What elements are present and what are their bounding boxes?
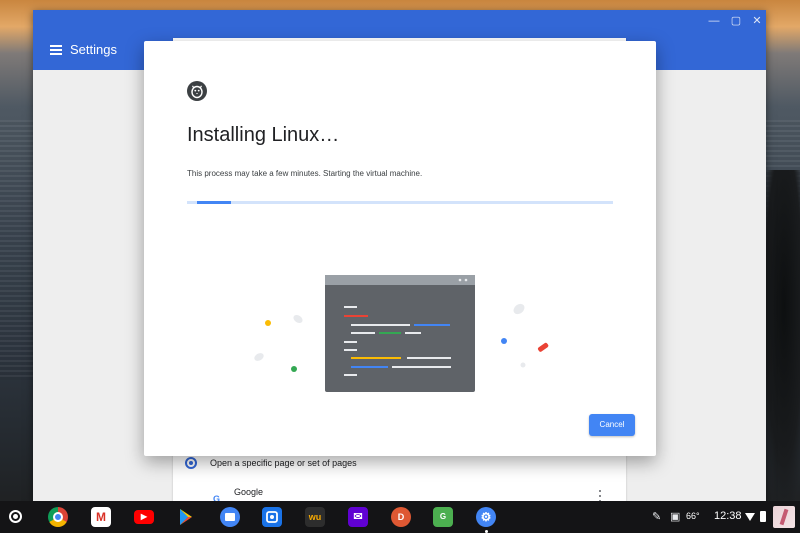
yahoo-mail-app-icon[interactable]: ✉ xyxy=(348,507,368,527)
terminal-window xyxy=(325,275,475,392)
youtube-app-icon[interactable]: ▶ xyxy=(134,510,154,524)
minimize-button[interactable]: — xyxy=(706,13,722,29)
play-store-app-icon[interactable] xyxy=(176,507,196,527)
more-options-icon[interactable] xyxy=(598,490,602,501)
settings-app-icon[interactable]: ⚙ xyxy=(476,507,496,527)
install-progress-bar xyxy=(187,201,613,204)
user-avatar[interactable] xyxy=(773,506,795,528)
startup-radio-button[interactable] xyxy=(185,457,197,469)
app-blue-icon[interactable] xyxy=(262,507,282,527)
weather-underground-app-icon[interactable]: wu xyxy=(305,507,325,527)
dialog-title: Installing Linux… xyxy=(187,124,340,146)
launcher-button[interactable] xyxy=(9,510,22,523)
window-titlebar[interactable]: — ▢ ✕ xyxy=(33,10,766,32)
stylus-tools-icon[interactable]: ✎ xyxy=(652,510,661,524)
gmail-app-icon[interactable]: M xyxy=(91,507,111,527)
terminal-illustration xyxy=(254,275,549,392)
installing-linux-dialog: Installing Linux… This process may take … xyxy=(144,41,656,456)
linux-penguin-icon xyxy=(187,81,207,101)
install-progress-fill xyxy=(197,201,231,204)
startup-radio-label[interactable]: Open a specific page or set of pages xyxy=(210,458,357,468)
wallpaper-tree xyxy=(760,170,800,510)
chromeos-shelf: M ▶ wu ✉ D G ⚙ ✎ ▣ 66° 12:38 xyxy=(0,501,800,533)
battery-icon[interactable] xyxy=(760,511,766,522)
menu-icon[interactable] xyxy=(50,45,62,55)
close-button[interactable]: ✕ xyxy=(749,13,765,29)
cancel-button[interactable]: Cancel xyxy=(589,414,635,436)
files-app-icon[interactable] xyxy=(220,507,240,527)
wifi-icon[interactable] xyxy=(745,513,755,521)
chrome-app-icon[interactable] xyxy=(48,507,68,527)
google-translate-app-icon[interactable]: G xyxy=(433,507,453,527)
weather-temperature[interactable]: 66° xyxy=(686,511,700,521)
google-favicon-icon: G xyxy=(213,494,221,501)
duckduckgo-app-icon[interactable]: D xyxy=(391,507,411,527)
startup-page-name: Google xyxy=(234,487,264,497)
dialog-message: This process may take a few minutes. Sta… xyxy=(187,169,423,178)
image-icon[interactable]: ▣ xyxy=(670,510,680,524)
app-title: Settings xyxy=(70,42,117,57)
system-clock[interactable]: 12:38 xyxy=(714,510,742,522)
maximize-button[interactable]: ▢ xyxy=(728,13,744,29)
